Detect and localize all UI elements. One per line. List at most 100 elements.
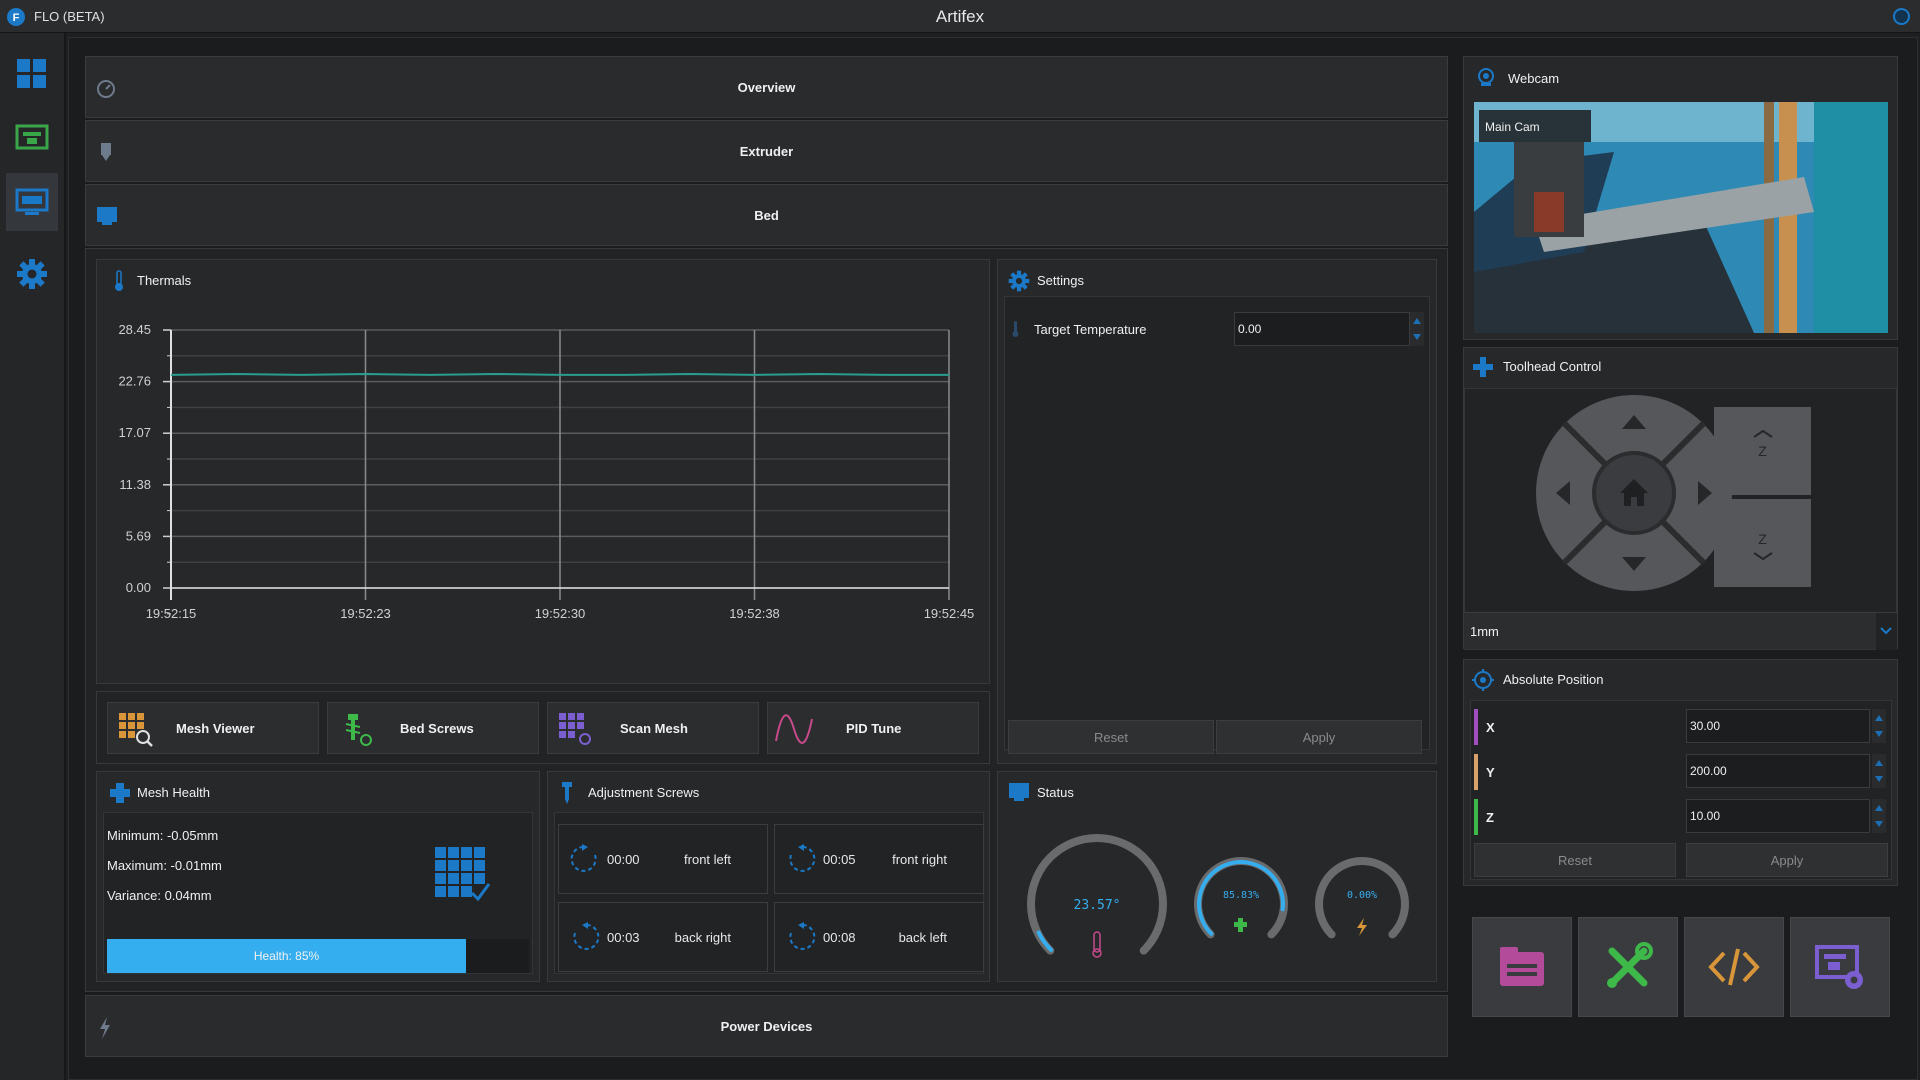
x-tick-label: 19:52:38: [729, 606, 780, 621]
position-reset-button[interactable]: Reset: [1474, 843, 1676, 877]
x-tick-label: 19:52:15: [146, 606, 197, 621]
target-temperature-input[interactable]: 0.00: [1234, 312, 1410, 346]
bed-icon: [1009, 783, 1029, 801]
y-tick-label: 22.76: [118, 374, 151, 389]
x-tick-label: 19:52:45: [924, 606, 975, 621]
bed-screws-button[interactable]: Bed Screws: [327, 702, 539, 754]
screw-time: 00:03: [607, 930, 640, 945]
monitor-icon: [15, 188, 49, 215]
toolhead-icon: [1473, 357, 1493, 377]
sidebar-item-printer[interactable]: [6, 109, 58, 167]
mesh-viewer-icon: [119, 713, 153, 747]
scan-mesh-button[interactable]: Scan Mesh: [547, 702, 759, 754]
pid-tune-button[interactable]: PID Tune: [767, 702, 979, 754]
jog-pad[interactable]: [1534, 393, 1734, 593]
mesh-viewer-button[interactable]: Mesh Viewer: [107, 702, 319, 754]
z-position-stepper[interactable]: [1872, 799, 1886, 833]
screw-back-left[interactable]: 00:08 back left: [774, 902, 984, 972]
webcam-feed: [1474, 102, 1888, 333]
crosshair-icon: [1472, 669, 1494, 691]
x-position-input[interactable]: 30.00: [1686, 709, 1870, 743]
step-size-value: 1mm: [1470, 624, 1499, 639]
position-apply-button[interactable]: Apply: [1686, 843, 1888, 877]
rotate-counterclockwise-icon: [789, 844, 816, 872]
screw-front-right[interactable]: 00:05 front right: [774, 824, 984, 894]
console-button[interactable]: [1684, 917, 1784, 1017]
files-button[interactable]: [1472, 917, 1572, 1017]
webcam-icon: [1478, 68, 1494, 86]
z-down-label: Z: [1758, 531, 1767, 547]
adjustment-screws-title: Adjustment Screws: [588, 785, 700, 800]
thermometer-icon: [115, 270, 123, 291]
bed-screws-icon: [345, 714, 372, 746]
status-title: Status: [1037, 785, 1074, 800]
rotate-counterclockwise-icon: [789, 922, 816, 950]
y-tick-label: 0.00: [126, 580, 151, 595]
health-bar-track: Health: 85%: [107, 939, 529, 973]
x-position-stepper[interactable]: [1872, 709, 1886, 743]
mesh-health-icon: [110, 783, 130, 803]
section-bed[interactable]: Bed: [85, 184, 1448, 246]
screw-name: front right: [892, 852, 947, 867]
y-axis-marker: [1474, 754, 1478, 790]
mesh-variance: Variance: 0.04mm: [107, 888, 212, 903]
screw-name: back right: [674, 930, 731, 945]
screw-front-left[interactable]: 00:00 front left: [558, 824, 768, 894]
z-up-chevron-icon: [1753, 429, 1773, 438]
printer-settings-button[interactable]: [1790, 917, 1890, 1017]
sidebar-item-monitor[interactable]: [6, 173, 58, 231]
mesh-health-title: Mesh Health: [137, 785, 210, 800]
x-tick-label: 19:52:30: [535, 606, 586, 621]
step-size-select[interactable]: 1mm: [1464, 612, 1897, 650]
webcam-title: Webcam: [1508, 71, 1560, 86]
screw-name: front left: [684, 852, 731, 867]
y-tick-label: 17.07: [118, 425, 151, 440]
thermals-panel: Thermals 28.45 22.76 17.07 11.38 5.69 0.00 19:…: [96, 259, 990, 684]
screw-time: 00:05: [823, 852, 856, 867]
y-tick-label: 5.69: [126, 528, 151, 543]
gear-icon: [1008, 270, 1030, 292]
section-power-devices[interactable]: Power Devices: [85, 995, 1448, 1057]
y-position-input[interactable]: 200.00: [1686, 754, 1870, 788]
step-size-dropdown[interactable]: [1876, 613, 1897, 650]
tools-button[interactable]: [1578, 917, 1678, 1017]
section-extruder-label: Extruder: [739, 143, 794, 159]
settings-panel: Settings Target Temperature 0.00 Reset A…: [997, 259, 1437, 764]
webcam-label: Main Cam: [1485, 120, 1540, 134]
screw-name: back left: [898, 930, 947, 945]
temperature-value: 23.57°: [1074, 898, 1121, 913]
mesh-health-panel: Mesh Health Minimum: -0.05mm Maximum: -0…: [96, 771, 540, 982]
z-up-label: Z: [1758, 443, 1767, 459]
y-position-stepper[interactable]: [1872, 754, 1886, 788]
toolhead-title: Toolhead Control: [1503, 359, 1602, 374]
z-up-button[interactable]: Z: [1714, 407, 1811, 495]
screw-icon: [562, 782, 572, 804]
scan-mesh-label: Scan Mesh: [620, 721, 688, 736]
absolute-position-panel: Absolute Position X 30.00 Y 200.00 Z 10.…: [1463, 659, 1898, 886]
z-down-button[interactable]: Z: [1714, 499, 1811, 587]
settings-reset-button[interactable]: Reset: [1008, 720, 1214, 754]
printer-icon: [15, 124, 49, 150]
settings-body: [1004, 296, 1430, 750]
z-down-chevron-icon: [1753, 552, 1773, 561]
pid-tune-icon: [775, 714, 813, 744]
mesh-maximum: Maximum: -0.01mm: [107, 858, 222, 873]
mesh-grid-icon: [435, 847, 490, 902]
webcam-panel: Webcam Main Cam: [1463, 56, 1898, 340]
section-overview-label: Overview: [737, 79, 796, 95]
z-position-input[interactable]: 10.00: [1686, 799, 1870, 833]
fan-value: 0.00%: [1347, 890, 1377, 901]
sidebar-item-settings[interactable]: [6, 245, 58, 303]
window-menu-icon[interactable]: [1893, 8, 1910, 25]
sidebar-item-dashboard[interactable]: [6, 45, 58, 103]
scan-mesh-icon: [559, 713, 591, 745]
rotate-clockwise-icon: [570, 844, 597, 872]
target-temperature-stepper[interactable]: [1410, 312, 1424, 346]
section-extruder[interactable]: Extruder: [85, 120, 1448, 182]
y-axis-label: Y: [1486, 765, 1495, 780]
screw-back-right[interactable]: 00:03 back right: [558, 902, 768, 972]
section-overview[interactable]: Overview: [85, 56, 1448, 118]
thermals-title: Thermals: [137, 273, 192, 288]
settings-apply-button[interactable]: Apply: [1216, 720, 1422, 754]
pid-tune-label: PID Tune: [846, 721, 902, 736]
